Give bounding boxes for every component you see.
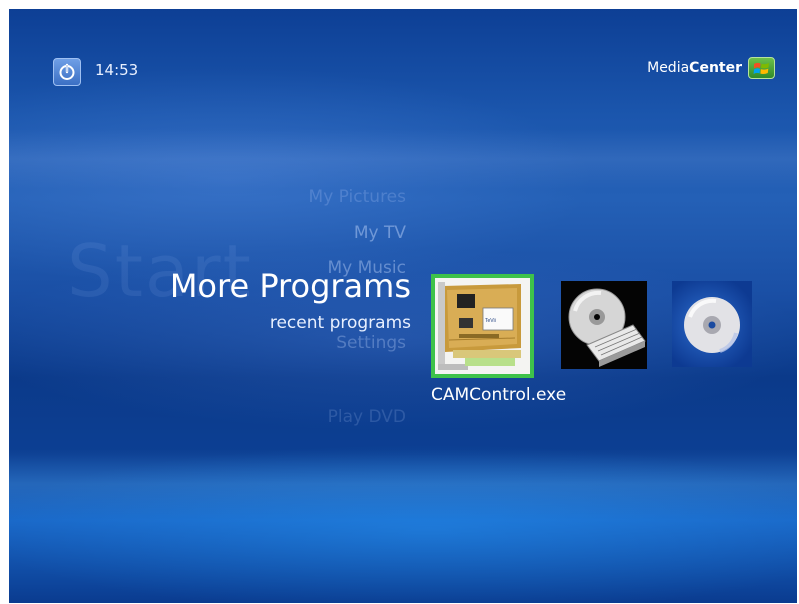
program-tile-3[interactable] [672,281,752,367]
program-tile-2[interactable] [561,281,647,369]
menu-item-more-programs[interactable]: More Programs [170,267,411,305]
menu-item-my-tv[interactable]: My TV [354,223,406,243]
windows-logo-icon [748,57,775,79]
background-streak [9,129,797,189]
capture-card-icon: TeVii [435,278,530,374]
media-center-brand: MediaCenter [647,57,775,79]
menu-item-my-pictures[interactable]: My Pictures [309,187,406,207]
media-center-screen: Start 14:53 MediaCenter My Pictures My T… [9,9,797,603]
background-streak [9,449,797,519]
clock: 14:53 [95,61,139,79]
focused-program-caption: CAMControl.exe [431,385,567,405]
menu-subtitle-recent-programs: recent programs [269,313,411,333]
power-icon [59,63,75,80]
power-button[interactable] [53,58,81,86]
brand-text: MediaCenter [647,60,742,76]
menu-item-settings[interactable]: Settings [336,333,406,353]
program-tile-camcontrol[interactable]: TeVii [431,274,534,378]
cd-keyboard-icon [561,281,647,369]
svg-text:TeVii: TeVii [485,318,496,324]
menu-item-play-dvd[interactable]: Play DVD [328,407,406,427]
cd-icon [684,297,740,353]
